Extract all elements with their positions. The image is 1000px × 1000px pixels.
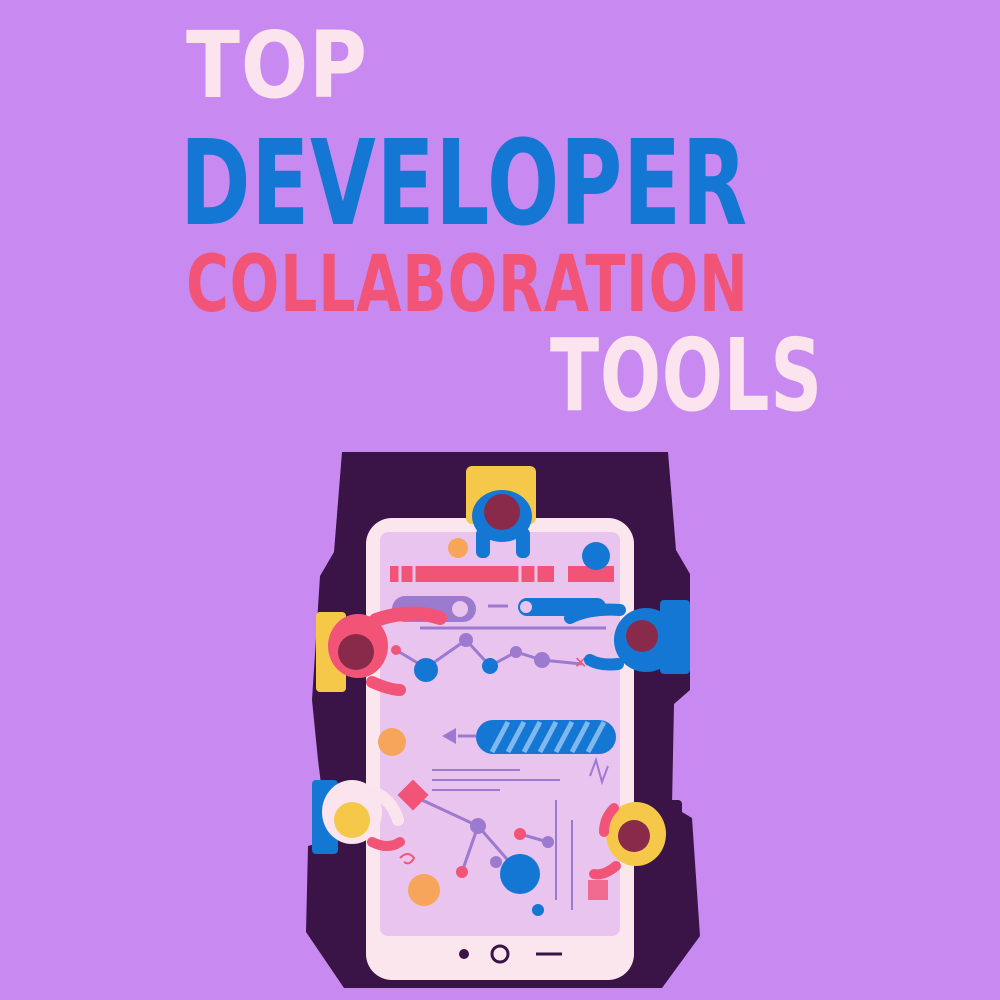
team-collaboration-illustration: ✕: [306, 452, 700, 988]
progress-bar-icon: [476, 720, 616, 754]
